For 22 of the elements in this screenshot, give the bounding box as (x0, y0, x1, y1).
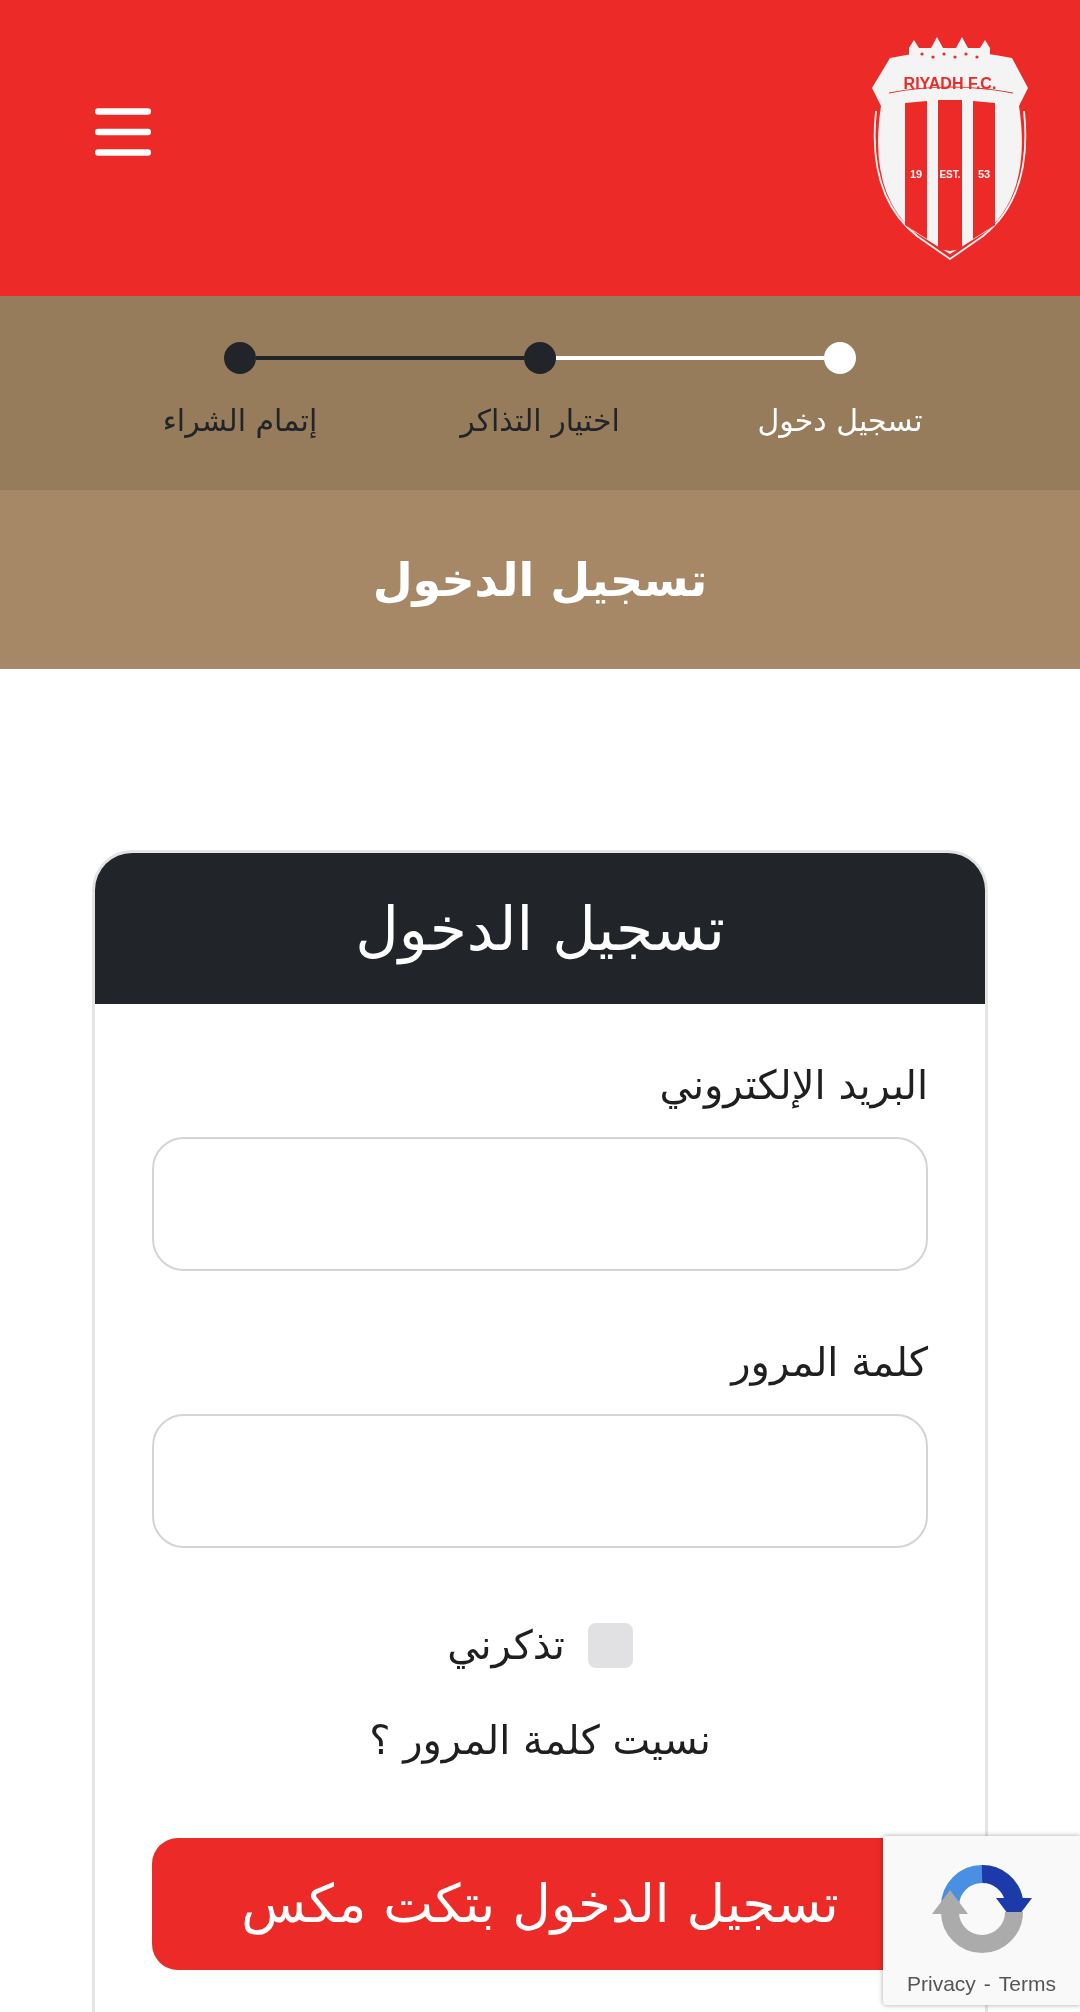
privacy-link[interactable]: Privacy (907, 1972, 976, 1996)
menu-button[interactable] (95, 108, 151, 156)
logo-text: 53 (977, 168, 991, 180)
forgot-password-link[interactable]: نسيت كلمة المرور ؟ (369, 1715, 711, 1765)
step-label: اختيار التذاكر (460, 402, 620, 440)
input-field[interactable] (152, 1414, 928, 1548)
link-separator: - (983, 1972, 991, 1996)
input-field[interactable] (152, 1137, 928, 1271)
field-label: كلمة المرور (731, 1338, 928, 1387)
page-title: تسجيل الدخول (372, 551, 708, 609)
logo-text: EST. (939, 169, 961, 180)
menu-icon (95, 108, 151, 156)
field-label: البريد الإلكتروني (659, 1061, 928, 1110)
logo-text: RIYADH F.C. (903, 75, 997, 92)
remember-me-checkbox[interactable] (587, 1622, 633, 1668)
remember-me-label[interactable]: تذكرني (447, 1620, 565, 1670)
step-label: تسجيل دخول (757, 402, 923, 440)
logo-text: 19 (909, 168, 923, 180)
terms-link[interactable]: Terms (998, 1972, 1056, 1996)
step-label: إتمام الشراء (162, 402, 318, 440)
card-title: تسجيل الدخول (355, 892, 725, 967)
login-submit-button[interactable]: تسجيل الدخول بتكت مكس (152, 1838, 883, 1970)
